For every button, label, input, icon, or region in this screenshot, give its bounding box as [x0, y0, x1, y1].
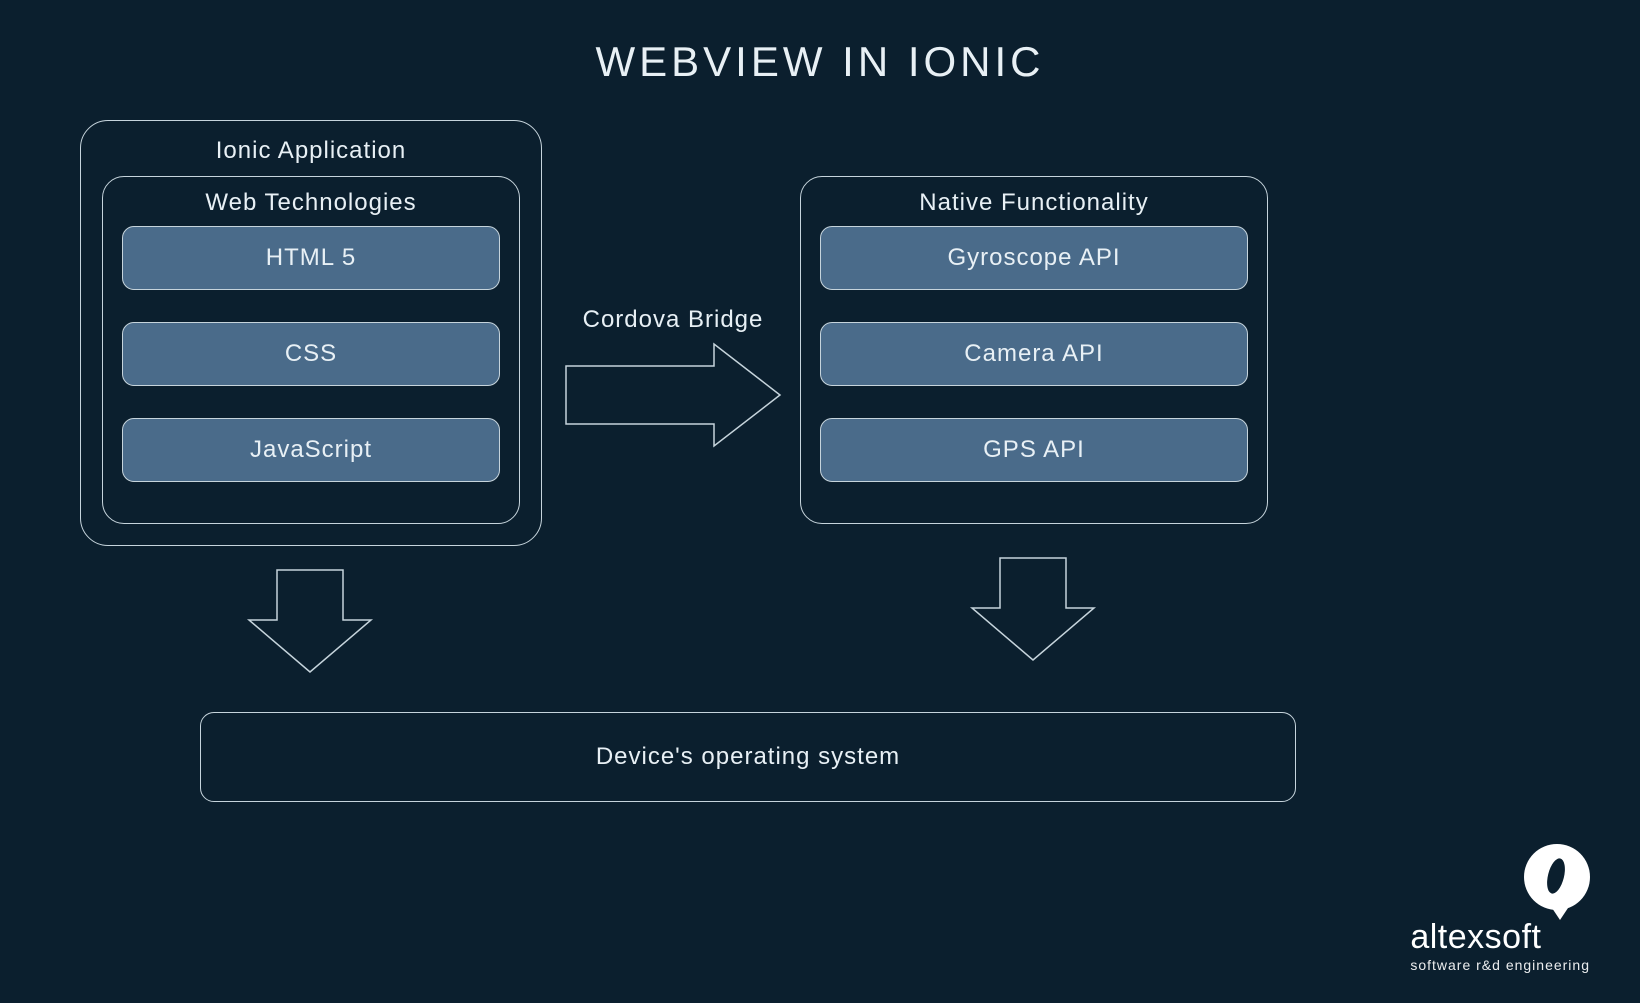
- tech-pill-label: CSS: [285, 340, 337, 368]
- native-pill-gyroscope: Gyroscope API: [820, 226, 1248, 290]
- logo-bubble-icon: [1524, 844, 1590, 910]
- native-pill-label: Gyroscope API: [947, 244, 1120, 272]
- device-os-box: Device's operating system: [200, 712, 1296, 802]
- native-pill-camera: Camera API: [820, 322, 1248, 386]
- arrow-down-left-icon: [247, 568, 373, 674]
- device-os-label: Device's operating system: [596, 743, 900, 771]
- logo-tagline: software r&d engineering: [1410, 957, 1590, 973]
- arrow-right-icon: [564, 342, 782, 448]
- tech-pill-label: JavaScript: [250, 436, 372, 464]
- tech-pill-javascript: JavaScript: [122, 418, 500, 482]
- native-pill-label: GPS API: [983, 436, 1085, 464]
- native-pill-gps: GPS API: [820, 418, 1248, 482]
- tech-pill-html5: HTML 5: [122, 226, 500, 290]
- tech-pill-css: CSS: [122, 322, 500, 386]
- tech-pill-label: HTML 5: [266, 244, 356, 272]
- altexsoft-logo: altexsoft software r&d engineering: [1410, 844, 1590, 973]
- cordova-bridge-label: Cordova Bridge: [562, 306, 784, 334]
- arrow-down-right-icon: [970, 556, 1096, 662]
- native-pill-label: Camera API: [964, 340, 1103, 368]
- ionic-application-label: Ionic Application: [81, 137, 541, 165]
- web-technologies-label: Web Technologies: [103, 189, 519, 217]
- diagram-title: WEBVIEW IN IONIC: [0, 38, 1640, 86]
- logo-name: altexsoft: [1410, 918, 1590, 957]
- native-functionality-label: Native Functionality: [801, 189, 1267, 217]
